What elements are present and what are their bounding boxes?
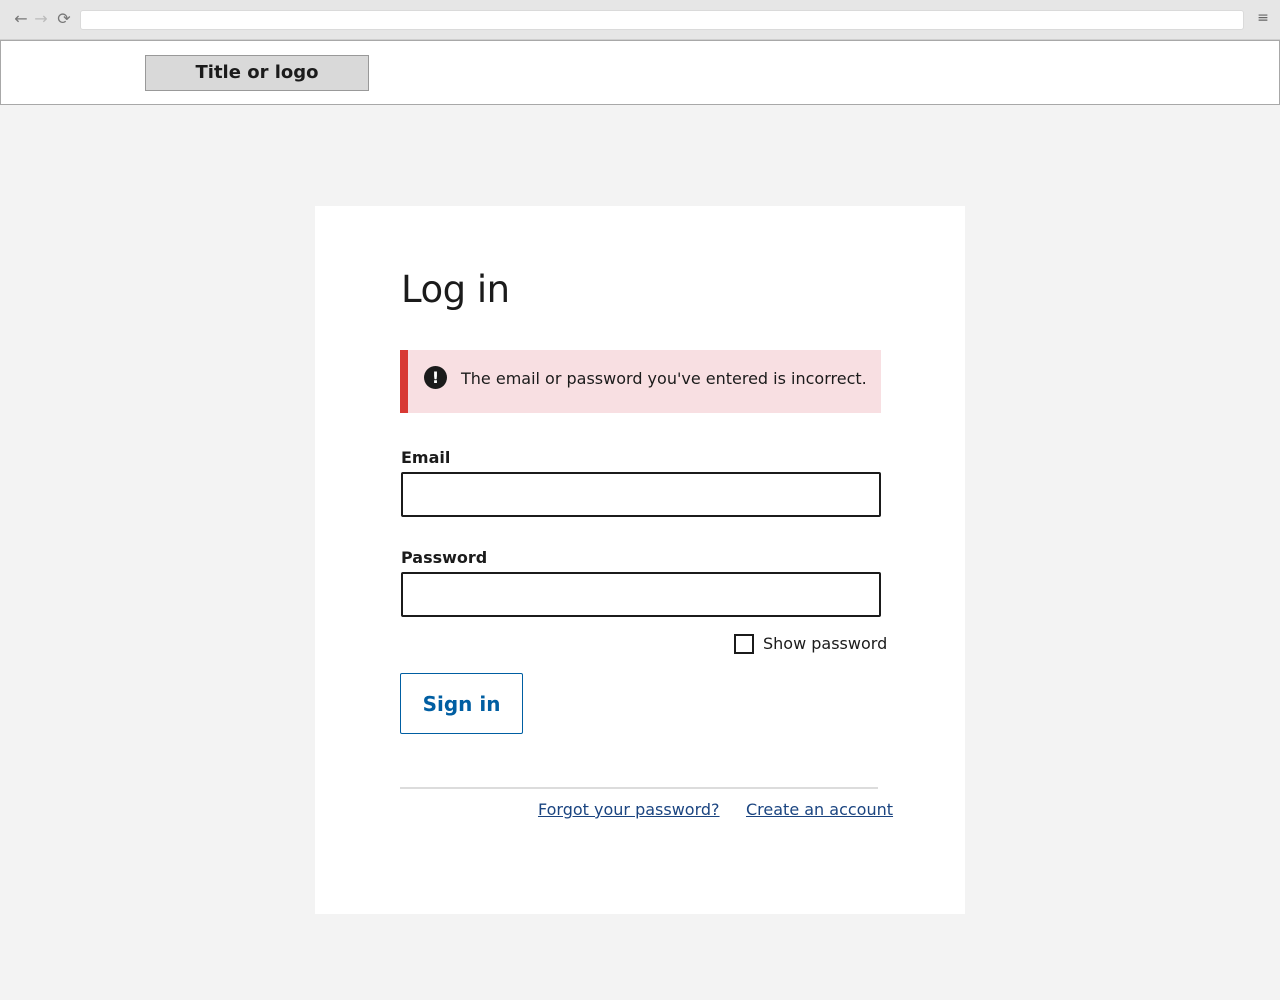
email-field[interactable] — [401, 472, 881, 517]
site-header: Title or logo — [0, 40, 1280, 105]
show-password-label[interactable]: Show password — [763, 634, 887, 654]
error-icon: ! — [424, 366, 447, 389]
email-label: Email — [401, 448, 451, 467]
hamburger-menu-icon[interactable]: ≡ — [1256, 10, 1270, 26]
site-logo[interactable]: Title or logo — [145, 55, 369, 91]
password-label: Password — [401, 548, 488, 567]
password-field[interactable] — [401, 572, 881, 617]
login-card: Log in ! The email or password you've en… — [315, 206, 965, 914]
divider — [400, 787, 878, 789]
error-message: The email or password you've entered is … — [461, 369, 867, 388]
forgot-password-link[interactable]: Forgot your password? — [538, 800, 720, 819]
reload-icon[interactable]: ⟳ — [55, 10, 73, 28]
address-bar[interactable] — [80, 10, 1244, 30]
browser-toolbar: ← → ⟳ ≡ — [0, 0, 1280, 40]
forward-arrow-icon[interactable]: → — [32, 10, 50, 28]
back-arrow-icon[interactable]: ← — [12, 10, 30, 28]
create-account-link[interactable]: Create an account — [746, 800, 893, 819]
error-alert: ! The email or password you've entered i… — [400, 350, 881, 413]
sign-in-button[interactable]: Sign in — [400, 673, 523, 734]
show-password-checkbox[interactable] — [734, 634, 754, 654]
page-title: Log in — [401, 268, 510, 311]
